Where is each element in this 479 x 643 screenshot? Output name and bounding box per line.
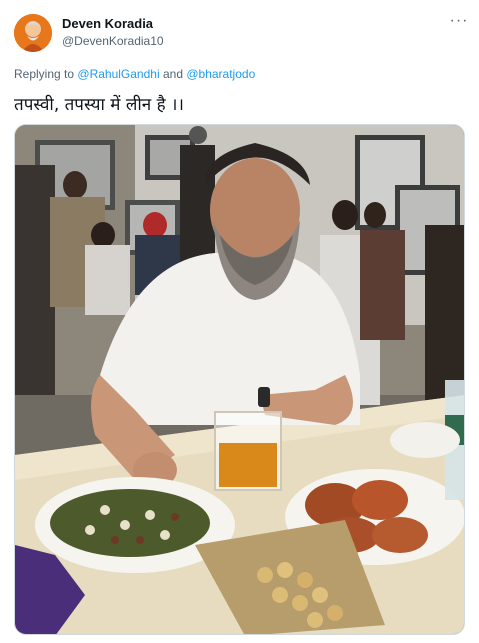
tweet: Deven Koradia @DevenKoradia10 ··· Replyi… — [0, 0, 479, 643]
more-options-icon[interactable]: ··· — [449, 13, 469, 33]
user-handle[interactable]: @DevenKoradia10 — [62, 34, 164, 48]
mention-link-bharatjodo[interactable]: @bharatjodo — [186, 67, 255, 81]
display-name[interactable]: Deven Koradia — [62, 16, 153, 31]
avatar[interactable] — [14, 14, 52, 52]
replying-joiner: and — [162, 67, 183, 81]
tweet-text: तपस्वी, तपस्या में लीन है ।। — [14, 95, 184, 115]
mention-link-rahulgandhi[interactable]: @RahulGandhi — [77, 67, 159, 81]
replying-to: Replying to @RahulGandhi and @bharatjodo — [14, 67, 255, 81]
replying-prefix: Replying to — [14, 67, 75, 81]
tweet-photo[interactable] — [14, 124, 465, 635]
